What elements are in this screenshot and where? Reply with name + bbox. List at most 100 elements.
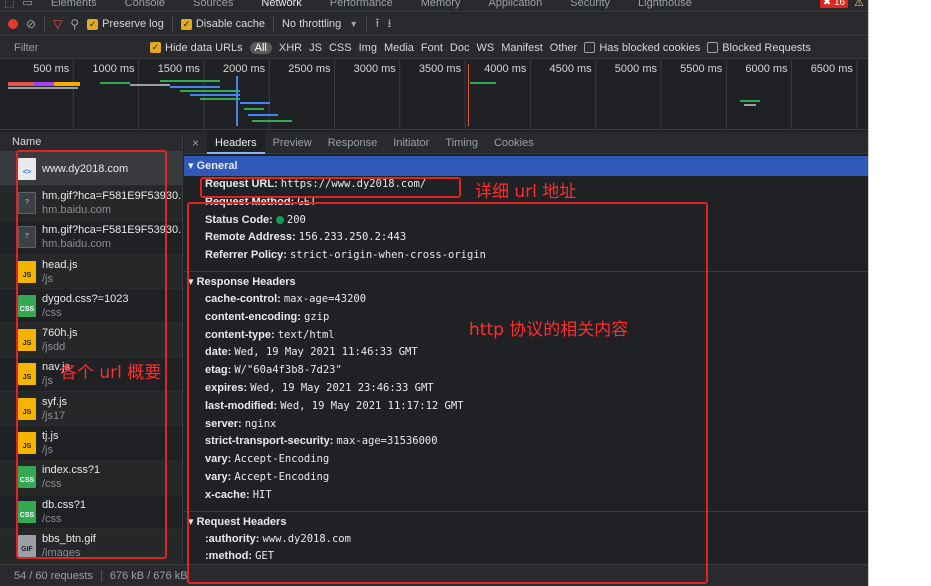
waterfall-bar — [248, 114, 278, 116]
tab-response[interactable]: Response — [320, 132, 386, 154]
tab-network[interactable]: Network — [247, 0, 315, 9]
name-column-header[interactable]: Name — [0, 132, 183, 152]
device-toggle-icon[interactable]: ▭ — [18, 0, 36, 9]
throttling-value: No throttling — [281, 18, 342, 30]
timeline-tick-label: 1000 ms — [92, 63, 135, 75]
blocked-requests-checkbox[interactable]: Blocked Requests — [707, 42, 811, 54]
waterfall-bar — [244, 108, 264, 110]
timeline-tick-label: 2500 ms — [288, 63, 331, 75]
type-filter-css[interactable]: CSS — [329, 42, 352, 54]
waterfall-bar — [8, 87, 78, 89]
has-blocked-cookies-checkbox[interactable]: Has blocked cookies — [584, 42, 700, 54]
type-filter-img[interactable]: Img — [359, 42, 377, 54]
detail-tab-bar: × Headers Preview Response Initiator Tim… — [184, 131, 868, 154]
checkbox-checked-icon: ✓ — [87, 18, 99, 30]
filter-bar: Filter ✓ Hide data URLs All XHR JS CSS I… — [0, 37, 868, 59]
hide-data-urls-checkbox[interactable]: ✓ Hide data URLs — [150, 42, 243, 54]
record-button[interactable] — [8, 19, 18, 29]
waterfall-bar — [130, 84, 170, 86]
timeline-tick-label: 500 ms — [33, 63, 70, 75]
tab-lighthouse[interactable]: Lighthouse — [624, 0, 706, 9]
network-overview-timeline[interactable]: 500 ms 1000 ms 1500 ms 2000 ms 2500 ms 3000 m… — [0, 60, 868, 130]
clear-icon[interactable]: ⊘ — [26, 17, 36, 31]
waterfall-bar — [744, 104, 756, 106]
tab-timing[interactable]: Timing — [437, 132, 486, 154]
inspect-element-icon[interactable]: ⬚ — [0, 0, 18, 9]
divider — [44, 17, 46, 31]
type-filter-js[interactable]: JS — [309, 42, 322, 54]
preserve-log-label: Preserve log — [102, 18, 164, 30]
type-filter-other[interactable]: Other — [550, 42, 578, 54]
tab-sources[interactable]: Sources — [179, 0, 247, 9]
tab-cookies[interactable]: Cookies — [486, 132, 542, 154]
devtools-tab-bar: ⬚ ▭ Elements Console Sources Network Per… — [0, 0, 868, 12]
waterfall-bar — [8, 82, 34, 86]
annotation-url-detail: 详细 url 地址 — [475, 182, 577, 202]
export-har-icon[interactable]: ⭳ — [387, 14, 391, 35]
timeline-tick-label: 5500 ms — [680, 63, 723, 75]
timeline-tick-label: 6000 ms — [745, 63, 788, 75]
type-filter-doc[interactable]: Doc — [450, 42, 470, 54]
import-har-icon[interactable]: ⭱ — [375, 14, 379, 35]
divider — [366, 17, 368, 31]
tab-preview[interactable]: Preview — [265, 132, 320, 154]
timeline-tick-label: 4000 ms — [484, 63, 527, 75]
type-filter-ws[interactable]: WS — [476, 42, 494, 54]
waterfall-bar — [34, 82, 54, 86]
type-filter-xhr[interactable]: XHR — [279, 42, 302, 54]
waterfall-bar — [180, 90, 240, 92]
search-icon[interactable]: ⚲ — [70, 17, 79, 31]
general-section-title[interactable]: ▾ General — [184, 156, 868, 176]
waterfall-bar — [100, 82, 130, 84]
checkbox-unchecked-icon — [707, 42, 719, 53]
blocked-requests-label: Blocked Requests — [722, 41, 811, 54]
request-count: 54 / 60 requests — [14, 569, 102, 582]
timeline-tick-label: 4500 ms — [549, 63, 592, 75]
close-icon[interactable]: × — [184, 136, 207, 150]
tab-security[interactable]: Security — [556, 0, 624, 9]
type-filter-media[interactable]: Media — [384, 42, 414, 54]
transfer-size: 676 kB / 676 kB — [109, 569, 188, 582]
filter-icon[interactable]: ▽ — [53, 17, 62, 31]
network-toolbar: ⊘ ▽ ⚲ ✓ Preserve log ✓ Disable cache No … — [0, 13, 868, 36]
tab-application[interactable]: Application — [474, 0, 556, 9]
has-blocked-cookies-label: Has blocked cookies — [599, 41, 701, 54]
page-margin — [868, 0, 931, 586]
timeline-graph: 500 ms 1000 ms 1500 ms 2000 ms 2500 ms 3000 m… — [8, 60, 858, 130]
disable-cache-checkbox[interactable]: ✓ Disable cache — [180, 18, 265, 30]
error-count-badge[interactable]: ✖ 16 — [819, 0, 849, 8]
waterfall-bar — [200, 98, 240, 100]
tab-memory[interactable]: Memory — [407, 0, 475, 9]
checkbox-checked-icon: ✓ — [150, 42, 161, 53]
filter-input[interactable]: Filter — [0, 42, 150, 54]
timeline-tick-label: 3500 ms — [419, 63, 462, 75]
error-count: 16 — [834, 0, 846, 8]
disable-cache-label: Disable cache — [195, 18, 265, 30]
waterfall-bar — [740, 100, 760, 102]
type-filter-font[interactable]: Font — [421, 42, 443, 54]
waterfall-bar — [170, 86, 220, 88]
tab-initiator[interactable]: Initiator — [385, 132, 437, 154]
checkbox-unchecked-icon — [584, 42, 596, 53]
preserve-log-checkbox[interactable]: ✓ Preserve log — [87, 18, 164, 30]
dom-content-loaded-marker — [236, 76, 238, 126]
tab-console[interactable]: Console — [111, 0, 179, 9]
chevron-down-icon: ▼ — [349, 19, 359, 29]
waterfall-bar — [470, 82, 496, 84]
tab-elements[interactable]: Elements — [37, 0, 111, 9]
waterfall-bar — [240, 102, 270, 104]
type-filter-manifest[interactable]: Manifest — [501, 42, 543, 54]
timeline-tick-label: 1500 ms — [158, 63, 201, 75]
tab-headers[interactable]: Headers — [207, 131, 265, 154]
timeline-tick-label: 6500 ms — [811, 63, 854, 75]
waterfall-bar — [160, 80, 220, 82]
timeline-tick-label: 2000 ms — [223, 63, 266, 75]
checkbox-checked-icon: ✓ — [180, 18, 192, 30]
type-filter-all[interactable]: All — [249, 41, 272, 54]
annotation-http-content: http 协议的相关内容 — [469, 320, 629, 340]
tab-performance[interactable]: Performance — [316, 0, 407, 9]
warning-icon[interactable]: ⚠ — [854, 0, 864, 9]
throttling-select[interactable]: No throttling ▼ — [282, 18, 358, 30]
annotation-box-request-url — [200, 177, 461, 198]
timeline-ticks: 500 ms 1000 ms 1500 ms 2000 ms 2500 ms 3000 m… — [33, 60, 858, 130]
